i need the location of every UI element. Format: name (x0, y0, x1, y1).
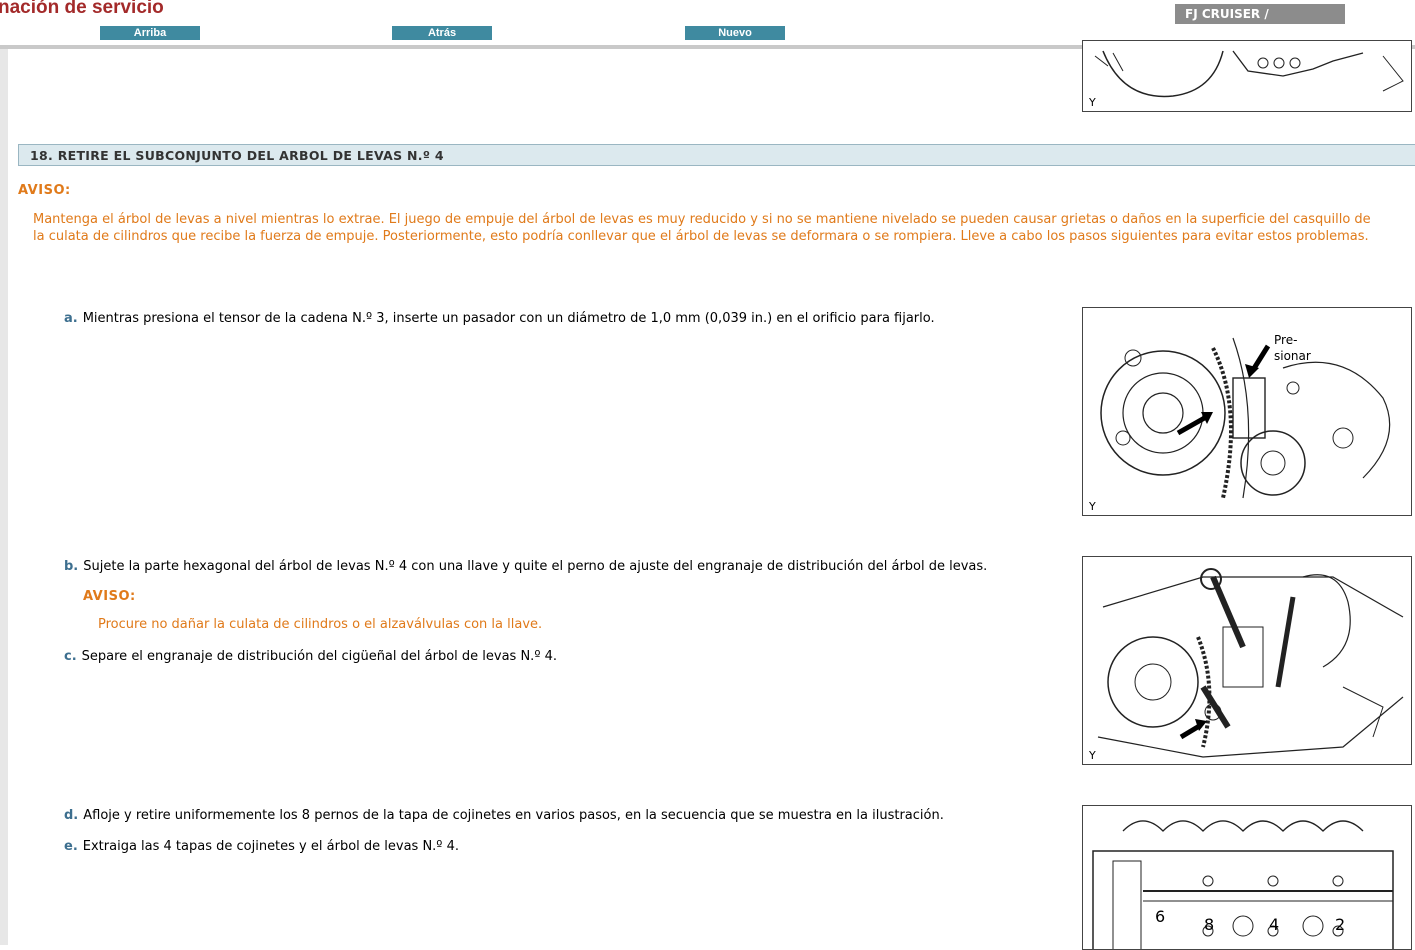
notice-label: AVISO: (18, 183, 71, 198)
substep-letter: d. (64, 808, 79, 823)
illustration-camshaft-wrench: Y (1082, 556, 1412, 765)
up-button[interactable]: Arriba (100, 26, 200, 40)
figure-label-press-2: sionar (1274, 349, 1311, 363)
substep-text: Sujete la parte hexagonal del árbol de l… (83, 559, 988, 574)
model-badge: FJ CRUISER / (1175, 4, 1345, 24)
substep-d: d. Afloje y retire uniformemente los 8 pe… (64, 808, 944, 823)
substep-letter: e. (64, 839, 78, 854)
bolt-order-number: 2 (1335, 915, 1345, 934)
step-header: 18. RETIRE EL SUBCONJUNTO DEL ARBOL DE L… (18, 144, 1415, 166)
substep-letter: b. (64, 559, 79, 574)
illustration-bearing-cap-sequence: 6 8 4 2 (1082, 805, 1412, 950)
substep-text: Extraiga las 4 tapas de cojinetes y el á… (82, 839, 459, 854)
notice-text: Mantenga el árbol de levas a nivel mient… (33, 212, 1413, 245)
figure-corner-mark: Y (1089, 500, 1096, 513)
substep-c: c. Separe el engranaje de distribución de… (64, 649, 557, 664)
substep-b-notice-label: AVISO: (83, 589, 136, 604)
substep-b: b. Sujete la parte hexagonal del árbol de… (64, 559, 987, 574)
substep-b-notice-text: Procure no dañar la culata de cilindros … (98, 617, 543, 632)
substep-e: e. Extraiga las 4 tapas de cojinetes y el… (64, 839, 459, 854)
substep-letter: c. (64, 649, 77, 664)
figure-corner-mark: Y (1089, 749, 1096, 762)
notice-line-1: Mantenga el árbol de levas a nivel mient… (33, 212, 1371, 227)
substep-letter: a. (64, 311, 78, 326)
substep-text: Separe el engranaje de distribución del … (81, 649, 557, 664)
substep-a: a. Mientras presiona el tensor de la cade… (64, 311, 935, 326)
left-margin-strip (0, 49, 8, 945)
bolt-order-number: 4 (1269, 915, 1279, 934)
new-button[interactable]: Nuevo (685, 26, 785, 40)
previous-step-illustration: Y (1082, 40, 1412, 112)
illustration-chain-tensor: Pre- sionar Y (1082, 307, 1412, 516)
substep-text: Afloje y retire uniformemente los 8 pern… (83, 808, 944, 823)
figure-label-press-1: Pre- (1274, 333, 1297, 347)
notice-line-2: la culata de cilindros que recibe la fue… (33, 228, 1369, 244)
bolt-order-number: 6 (1155, 907, 1165, 926)
substep-text: Mientras presiona el tensor de la cadena… (82, 311, 935, 326)
figure-corner-mark: Y (1089, 96, 1096, 109)
back-button[interactable]: Atrás (392, 26, 492, 40)
app-title: nación de servicio (0, 0, 164, 18)
bolt-order-number: 8 (1204, 915, 1214, 934)
